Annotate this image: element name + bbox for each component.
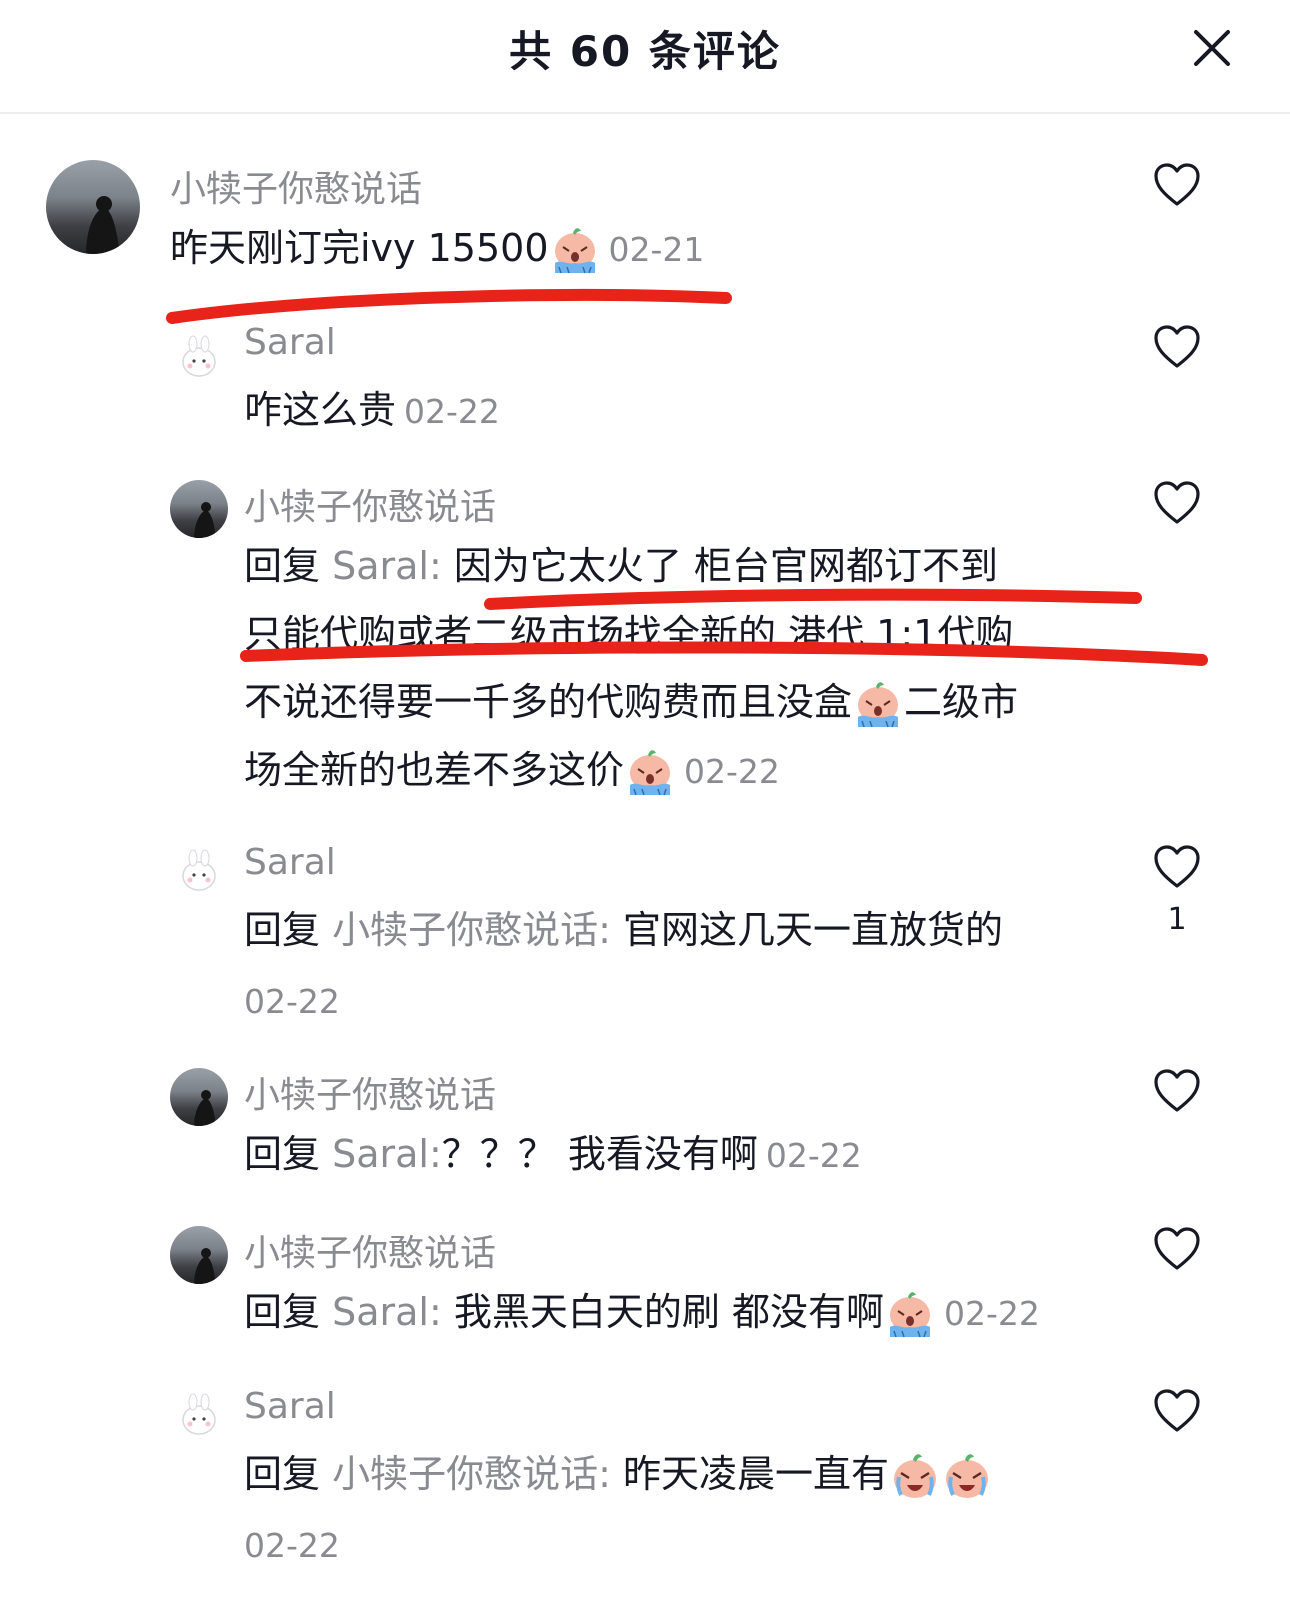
avatar[interactable] [170,1226,228,1284]
comment-username[interactable]: 小犊子你憨说话 [244,1066,496,1118]
comment-body: 昨天刚订完ivy 15500 [170,226,549,270]
like-count: 1 [1167,902,1187,937]
comments-count-title: 共 60 条评论 [509,27,781,76]
reply-prefix: 回复 [244,908,333,952]
comment-date: 02-21 [608,230,705,269]
comment-username[interactable]: Saral [244,322,336,363]
avatar[interactable] [170,1388,228,1446]
comment-username[interactable]: Saral [244,842,336,883]
reply-target-username[interactable]: Saral: [332,544,442,588]
comment-username[interactable]: 小犊子你憨说话 [244,1224,496,1276]
comment-body: 官网这几天一直放货的 [610,908,1003,952]
reply-prefix: 回复 [244,1132,333,1176]
reply-item: 小犊子你憨说话 回复 Saral:？？？ 我看没有啊 02-22 [0,1064,1290,1194]
avatar[interactable] [170,844,228,902]
crying-emoji-icon [624,747,676,799]
comment-body-line: 只能代购或者二级市场找全新的 港代 1:1代购 [244,612,1014,656]
crying-emoji-icon [884,1289,936,1341]
crying-emoji-icon [549,225,601,277]
comment-body-line: 不说还得要一千多的代购费而且没盒 [244,680,853,724]
comment-date: 02-22 [404,392,500,431]
reply-target-username[interactable]: Saral: [332,1132,442,1176]
heart-icon[interactable] [1152,324,1202,370]
reply-item: Saral 咋这么贵 02-22 [0,320,1290,450]
heart-icon[interactable] [1152,844,1202,890]
comment-text: 咋这么贵 02-22 [244,376,500,446]
comment-text: 昨天刚订完ivy 15500 02-21 [170,214,704,284]
comments-header: 共 60 条评论 [0,0,1290,114]
comment-item: 小犊子你憨说话 昨天刚订完ivy 15500 02-21 [0,150,1290,320]
comment-username[interactable]: 小犊子你憨说话 [170,160,422,212]
reply-target-username[interactable]: Saral: [332,1290,442,1334]
avatar[interactable] [170,330,228,388]
comment-body: 昨天凌晨一直有 [610,1452,889,1496]
reply-target-username[interactable]: 小犊子你憨说话: [332,1452,611,1496]
comment-body: 咋这么贵 [244,388,397,432]
heart-icon[interactable] [1152,480,1202,526]
laughing-crying-emoji-icon [941,1451,993,1503]
laughing-crying-emoji-icon [889,1451,941,1503]
comment-body: 我黑天白天的刷 都没有啊 [441,1290,884,1334]
heart-icon[interactable] [1152,1226,1202,1272]
reply-item: Saral 回复 小犊子你憨说话: 官网这几天一直放货的 02-22 1 [0,840,1290,1030]
reply-prefix: 回复 [244,544,333,588]
avatar[interactable] [46,160,140,254]
comment-date: 02-22 [943,1294,1040,1333]
comment-body-line: 二级市 [904,680,1019,724]
comment-text: 回复 小犊子你憨说话: 官网这几天一直放货的 [244,896,1003,964]
comment-date: 02-22 [765,1136,862,1175]
avatar[interactable] [170,480,228,538]
heart-icon[interactable] [1152,1388,1202,1434]
comment-text: 回复 小犊子你憨说话: 昨天凌晨一直有 [244,1440,993,1508]
avatar[interactable] [170,1068,228,1126]
comment-body-line: 场全新的也差不多这价 [244,748,625,792]
comment-body-line: 因为它太火了 柜台官网都订不到 [441,544,998,588]
comment-text: 回复 Saral:？？？ 我看没有啊 02-22 [244,1120,862,1190]
heart-icon[interactable] [1152,1068,1202,1114]
reply-item: 小犊子你憨说话 回复 Saral: 我黑天白天的刷 都没有啊 02-22 [0,1222,1290,1352]
comment-date: 02-22 [244,1526,340,1565]
reply-prefix: 回复 [244,1452,333,1496]
heart-icon[interactable] [1152,162,1202,208]
close-icon[interactable] [1190,26,1234,70]
reply-item: 小犊子你憨说话 回复 Saral: 因为它太火了 柜台官网都订不到 只能代购或者… [0,476,1290,816]
reply-prefix: 回复 [244,1290,333,1334]
reply-target-username[interactable]: 小犊子你憨说话: [332,908,611,952]
comment-date: 02-22 [684,752,780,791]
comment-username[interactable]: Saral [244,1386,336,1427]
comment-text: 回复 Saral: 因为它太火了 柜台官网都订不到 只能代购或者二级市场找全新的… [244,532,1124,806]
comment-text: 回复 Saral: 我黑天白天的刷 都没有啊 02-22 [244,1278,1040,1348]
crying-emoji-icon [852,679,904,731]
comment-body: ？？？ 我看没有啊 [441,1132,758,1176]
comment-username[interactable]: 小犊子你憨说话 [244,478,496,530]
comment-date: 02-22 [244,982,340,1021]
reply-item: Saral 回复 小犊子你憨说话: 昨天凌晨一直有 02-22 [0,1384,1290,1615]
